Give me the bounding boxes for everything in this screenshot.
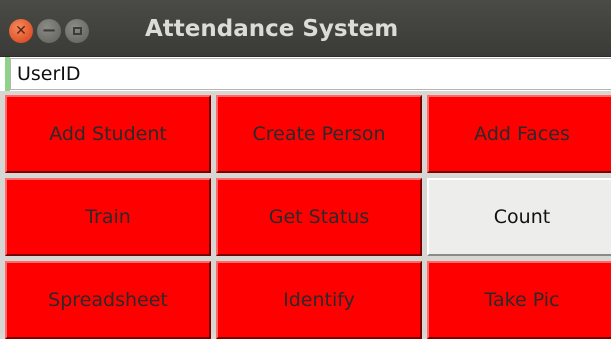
window-title: Attendance System [145,16,399,42]
userid-input[interactable] [10,58,611,90]
create-person-button[interactable]: Create Person [216,95,422,173]
button-grid: Add Student Create Person Add Faces Trai… [0,91,611,339]
count-button[interactable]: Count [427,178,611,256]
add-student-button[interactable]: Add Student [5,95,211,173]
spreadsheet-button[interactable]: Spreadsheet [5,261,211,339]
title-bar[interactable]: ✕ − Attendance System [0,0,611,57]
maximize-square [72,27,82,35]
entry-row [0,57,611,91]
minimize-icon[interactable]: − [37,19,61,43]
get-status-button[interactable]: Get Status [216,178,422,256]
add-faces-button[interactable]: Add Faces [427,95,611,173]
take-pic-button[interactable]: Take Pic [427,261,611,339]
maximize-icon[interactable] [65,19,89,43]
app-window: ✕ − Attendance System Add Student Create… [0,0,611,339]
identify-button[interactable]: Identify [216,261,422,339]
close-icon[interactable]: ✕ [9,19,33,43]
train-button[interactable]: Train [5,178,211,256]
